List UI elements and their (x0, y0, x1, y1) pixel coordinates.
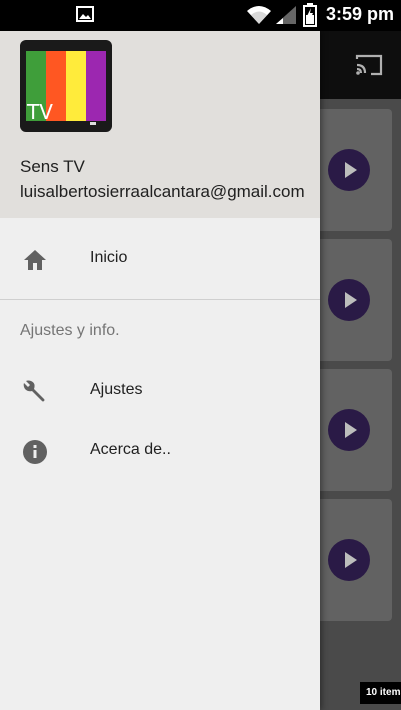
logo-stripe-yellow (66, 51, 86, 121)
navigation-drawer: TV Sens TV luisalbertosierraalcantara@gm… (0, 31, 320, 710)
battery-icon (303, 3, 317, 27)
play-icon[interactable] (328, 149, 370, 191)
home-icon (24, 250, 46, 270)
wifi-icon (247, 6, 271, 24)
play-icon[interactable] (328, 279, 370, 321)
menu-label-ajustes: Ajustes (90, 381, 143, 398)
item-count-badge: 10 items (360, 682, 401, 704)
video-card[interactable] (320, 499, 392, 621)
menu-item-inicio[interactable]: Inicio (0, 229, 320, 289)
logo-stripe-purple (86, 51, 106, 121)
info-icon (23, 440, 47, 464)
play-icon[interactable] (328, 409, 370, 451)
menu-label-inicio: Inicio (90, 249, 128, 266)
video-card[interactable] (320, 239, 392, 361)
status-bar: 3:59 pm (0, 0, 401, 31)
wrench-icon (23, 380, 45, 402)
video-card[interactable] (320, 109, 392, 231)
account-email: luisalbertosierraalcantara@gmail.com (20, 182, 305, 201)
video-card[interactable] (320, 369, 392, 491)
play-icon[interactable] (328, 539, 370, 581)
account-name: Sens TV (20, 157, 85, 176)
menu-label-acerca: Acerca de.. (90, 441, 171, 458)
app-content (320, 99, 401, 710)
app-toolbar (320, 31, 401, 99)
section-title: Ajustes y info. (20, 322, 120, 339)
signal-icon (276, 6, 296, 24)
menu-divider (0, 299, 320, 300)
menu-item-ajustes[interactable]: Ajustes (0, 361, 320, 421)
app-logo: TV (20, 40, 112, 132)
logo-indicator (90, 122, 96, 125)
menu-item-acerca[interactable]: Acerca de.. (0, 421, 320, 481)
photo-icon (76, 6, 94, 22)
drawer-header: TV Sens TV luisalbertosierraalcantara@gm… (0, 31, 320, 218)
status-time: 3:59 pm (326, 4, 395, 24)
logo-tv-text: TV (27, 100, 53, 124)
cast-icon[interactable] (354, 53, 384, 77)
